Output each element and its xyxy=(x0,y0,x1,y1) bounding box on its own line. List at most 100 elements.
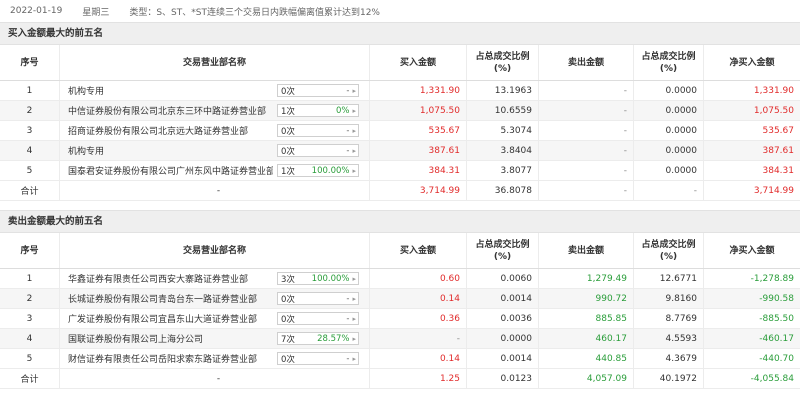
broker-name[interactable]: 国泰君安证券股份有限公司广州东风中路证券营业部 xyxy=(68,164,273,177)
net-amount: 535.67 xyxy=(762,125,795,136)
times-count: 1次 xyxy=(281,106,295,117)
total-label: 合计 xyxy=(0,181,60,200)
times-count: 0次 xyxy=(281,314,295,325)
net-amount: 1,075.50 xyxy=(753,105,794,116)
buy-table: 序号 交易营业部名称 买入金额 占总成交比例(%) 卖出金额 占总成交比例(%)… xyxy=(0,44,800,201)
times-dropdown[interactable]: 1次 100.00% ▸ xyxy=(277,164,359,177)
net-amount: -885.50 xyxy=(759,313,794,324)
net-amount: -1,278.89 xyxy=(750,273,794,284)
times-dropdown[interactable]: 7次 28.57% ▸ xyxy=(277,332,359,345)
sell-total-row: 合计 - 1.25 0.0123 4,057.09 40.1972 -4,055… xyxy=(0,369,800,389)
header-idx: 序号 xyxy=(0,45,60,80)
times-dropdown[interactable]: 0次 - ▸ xyxy=(277,84,359,97)
broker-cell: 机构专用 0次 - ▸ xyxy=(60,81,370,100)
row-index: 4 xyxy=(0,141,60,160)
times-dropdown[interactable]: 0次 - ▸ xyxy=(277,352,359,365)
caret-right-icon: ▸ xyxy=(352,274,356,283)
times-count: 0次 xyxy=(281,294,295,305)
broker-name[interactable]: 中信证券股份有限公司北京东三环中路证券营业部 xyxy=(68,104,273,117)
total-label: 合计 xyxy=(0,369,60,388)
broker-cell: 广发证券股份有限公司宜昌东山大道证券营业部 0次 - ▸ xyxy=(60,309,370,328)
broker-name[interactable]: 招商证券股份有限公司北京远大路证券营业部 xyxy=(68,124,273,137)
broker-name[interactable]: 华鑫证券有限责任公司西安大寨路证券营业部 xyxy=(68,272,273,285)
header-name: 交易营业部名称 xyxy=(60,233,370,268)
buy-table-header: 序号 交易营业部名称 买入金额 占总成交比例(%) 卖出金额 占总成交比例(%)… xyxy=(0,44,800,81)
total-sell-pct: 40.1972 xyxy=(634,369,704,388)
sell-table-header: 序号 交易营业部名称 买入金额 占总成交比例(%) 卖出金额 占总成交比例(%)… xyxy=(0,232,800,269)
buy-pct: 3.8077 xyxy=(467,161,539,180)
caret-right-icon: ▸ xyxy=(352,314,356,323)
table-row: 2 中信证券股份有限公司北京东三环中路证券营业部 1次 0% ▸ 1,075.50 10.6… xyxy=(0,101,800,121)
times-count: 7次 xyxy=(281,334,295,345)
net-amount: -990.58 xyxy=(759,293,794,304)
win-rate: - xyxy=(346,125,350,136)
broker-name[interactable]: 机构专用 xyxy=(68,84,273,97)
row-index: 5 xyxy=(0,161,60,180)
broker-name[interactable]: 国联证券股份有限公司上海分公司 xyxy=(68,332,273,345)
buy-pct: 5.3074 xyxy=(467,121,539,140)
table-row: 4 国联证券股份有限公司上海分公司 7次 28.57% ▸ -0.0000 460.17 4.… xyxy=(0,329,800,349)
total-net: -4,055.84 xyxy=(750,373,794,384)
broker-cell: 中信证券股份有限公司北京东三环中路证券营业部 1次 0% ▸ xyxy=(60,101,370,120)
total-sell: 4,057.09 xyxy=(539,369,634,388)
net-amount: 387.61 xyxy=(762,145,795,156)
sell-amount: 440.85 xyxy=(539,349,634,368)
header-sell: 卖出金额 xyxy=(539,233,634,268)
times-count: 3次 xyxy=(281,274,295,285)
times-dropdown[interactable]: 0次 - ▸ xyxy=(277,144,359,157)
sell-table: 序号 交易营业部名称 买入金额 占总成交比例(%) 卖出金额 占总成交比例(%)… xyxy=(0,232,800,389)
header-name: 交易营业部名称 xyxy=(60,45,370,80)
broker-name[interactable]: 广发证券股份有限公司宜昌东山大道证券营业部 xyxy=(68,312,273,325)
times-dropdown[interactable]: 1次 0% ▸ xyxy=(277,104,359,117)
times-dropdown[interactable]: 0次 - ▸ xyxy=(277,292,359,305)
header-sell-pct: 占总成交比例(%) xyxy=(634,233,704,268)
table-row: 3 广发证券股份有限公司宜昌东山大道证券营业部 0次 - ▸ 0.36 0.0036 885.… xyxy=(0,309,800,329)
buy-pct: 10.6559 xyxy=(467,101,539,120)
times-dropdown[interactable]: 3次 100.00% ▸ xyxy=(277,272,359,285)
net-amount: 1,331.90 xyxy=(753,85,794,96)
header-buy: 买入金额 xyxy=(370,45,467,80)
sell-pct: 12.6771 xyxy=(634,269,704,288)
caret-right-icon: ▸ xyxy=(352,86,356,95)
header-sell: 卖出金额 xyxy=(539,45,634,80)
header-idx: 序号 xyxy=(0,233,60,268)
sell-rows: 1 华鑫证券有限责任公司西安大寨路证券营业部 3次 100.00% ▸ 0.60 0.006… xyxy=(0,269,800,369)
buy-pct: 13.1963 xyxy=(467,81,539,100)
trade-weekday: 星期三 xyxy=(82,7,110,18)
caret-right-icon: ▸ xyxy=(352,146,356,155)
win-rate: - xyxy=(346,293,350,304)
buy-pct: 3.8404 xyxy=(467,141,539,160)
total-sell-pct: - xyxy=(634,181,704,200)
total-name: - xyxy=(60,181,370,200)
sell-pct: 0.0000 xyxy=(634,161,704,180)
caret-right-icon: ▸ xyxy=(352,106,356,115)
caret-right-icon: ▸ xyxy=(352,126,356,135)
broker-name[interactable]: 机构专用 xyxy=(68,144,273,157)
buy-amount: 0.36 xyxy=(370,309,467,328)
row-index: 1 xyxy=(0,269,60,288)
win-rate: - xyxy=(346,313,350,324)
sell-amount: - xyxy=(539,161,634,180)
buy-pct: 0.0036 xyxy=(467,309,539,328)
row-index: 4 xyxy=(0,329,60,348)
net-amount: -440.70 xyxy=(759,353,794,364)
broker-name[interactable]: 长城证券股份有限公司青岛台东一路证券营业部 xyxy=(68,292,273,305)
sell-pct: 0.0000 xyxy=(634,141,704,160)
trade-date: 2022-01-19 xyxy=(10,6,63,16)
table-row: 5 财信证券有限责任公司岳阳求索东路证券营业部 0次 - ▸ 0.14 0.0014 440.… xyxy=(0,349,800,369)
broker-cell: 财信证券有限责任公司岳阳求索东路证券营业部 0次 - ▸ xyxy=(60,349,370,368)
broker-name[interactable]: 财信证券有限责任公司岳阳求索东路证券营业部 xyxy=(68,352,273,365)
win-rate: - xyxy=(346,85,350,96)
times-dropdown[interactable]: 0次 - ▸ xyxy=(277,312,359,325)
buy-amount: 1,331.90 xyxy=(370,81,467,100)
table-row: 4 机构专用 0次 - ▸ 387.61 3.8404-0.0000 387.61 xyxy=(0,141,800,161)
times-count: 0次 xyxy=(281,86,295,97)
sell-amount: 990.72 xyxy=(539,289,634,308)
buy-section-title: 买入金额最大的前五名 xyxy=(0,22,800,44)
total-sell: - xyxy=(539,181,634,200)
caret-right-icon: ▸ xyxy=(352,334,356,343)
sell-pct: 0.0000 xyxy=(634,121,704,140)
times-dropdown[interactable]: 0次 - ▸ xyxy=(277,124,359,137)
row-index: 2 xyxy=(0,101,60,120)
times-count: 0次 xyxy=(281,146,295,157)
